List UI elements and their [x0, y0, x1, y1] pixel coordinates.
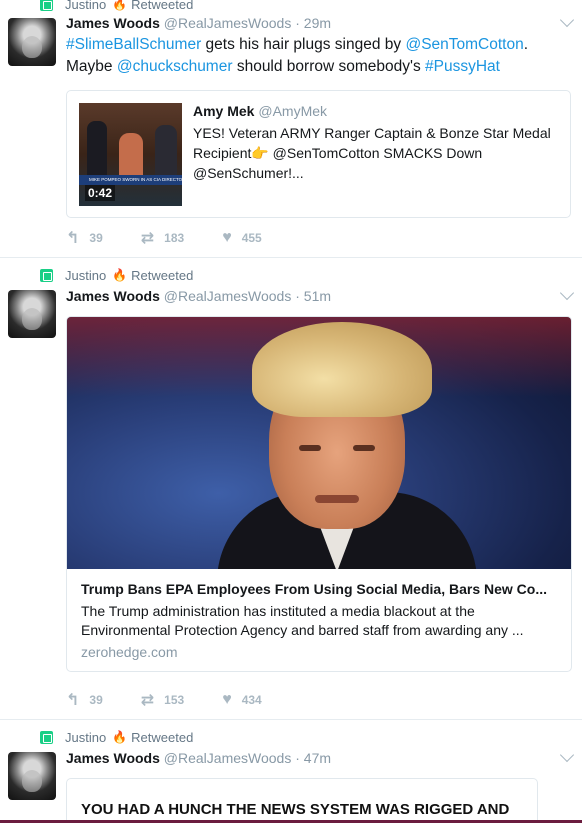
- retweet-context: Justino 🔥 Retweeted: [40, 729, 193, 745]
- author-handle[interactable]: @RealJamesWoods: [164, 15, 292, 31]
- heart-icon: ♥: [222, 229, 232, 246]
- retweeted-label: Retweeted: [131, 729, 194, 745]
- reply-button[interactable]: ↰ 39: [66, 228, 103, 248]
- video-duration: 0:42: [85, 185, 116, 201]
- tweet-text: #SlimeBallSchumer gets his hair plugs si…: [66, 36, 529, 75]
- avatar[interactable]: [8, 290, 56, 338]
- tweet[interactable]: Justino 🔥 Retweeted James Woods @RealJam…: [0, 0, 582, 258]
- chevron-down-icon[interactable]: [559, 285, 575, 301]
- tweet-header: James Woods @RealJamesWoods · 29m: [66, 15, 332, 31]
- retweet-button[interactable]: ⇄ 183: [141, 228, 184, 248]
- mention-link[interactable]: @SenTomCotton: [405, 36, 523, 53]
- tweet-image[interactable]: YOU HAD A HUNCH THE NEWS SYSTEM WAS RIGG…: [66, 778, 538, 823]
- reply-button[interactable]: ↰ 39: [66, 690, 103, 710]
- retweeter-name[interactable]: Justino: [65, 268, 106, 283]
- news-chyron: MIKE POMPEO SWORN IN AS CIA DIRECTOR: [79, 175, 182, 185]
- reply-icon: ↰: [66, 692, 80, 709]
- video-thumbnail[interactable]: MIKE POMPEO SWORN IN AS CIA DIRECTOR 0:4…: [79, 103, 182, 206]
- tweet-header: James Woods @RealJamesWoods · 47m: [66, 750, 332, 766]
- avatar[interactable]: [8, 752, 56, 800]
- hashtag-link[interactable]: #PussyHat: [425, 58, 500, 75]
- retweet-icon: [40, 0, 53, 11]
- author-name[interactable]: James Woods: [66, 750, 160, 766]
- chevron-down-icon[interactable]: [559, 747, 575, 763]
- author-handle[interactable]: @RealJamesWoods: [164, 750, 292, 766]
- tweet[interactable]: Justino 🔥 Retweeted James Woods @RealJam…: [0, 258, 582, 720]
- campfire-icon: 🔥: [112, 268, 128, 282]
- hashtag-link[interactable]: #SlimeBallSchumer: [66, 36, 201, 53]
- like-button[interactable]: ♥ 455: [222, 229, 262, 247]
- retweet-button[interactable]: ⇄ 153: [141, 690, 184, 710]
- retweeter-name[interactable]: Justino: [65, 0, 106, 12]
- timestamp[interactable]: 29m: [304, 15, 331, 31]
- retweet-icon: [40, 730, 53, 744]
- like-button[interactable]: ♥ 434: [222, 691, 262, 709]
- retweet-icon: ⇄: [140, 230, 155, 247]
- reply-icon: ↰: [66, 230, 80, 247]
- retweeted-label: Retweeted: [131, 267, 194, 283]
- mention-link[interactable]: @chuckschumer: [117, 58, 233, 75]
- image-caption-text: YOU HAD A HUNCH THE NEWS SYSTEM WAS RIGG…: [81, 801, 510, 818]
- tweet[interactable]: Justino 🔥 Retweeted James Woods @RealJam…: [0, 720, 582, 823]
- tweet-actions: ↰ 39 ⇄ 153 ♥ 434: [66, 691, 300, 709]
- author-name[interactable]: James Woods: [66, 15, 160, 31]
- chevron-down-icon[interactable]: [559, 12, 575, 28]
- article-image[interactable]: [67, 317, 571, 569]
- quoted-author-handle[interactable]: @AmyMek: [258, 103, 327, 119]
- retweet-icon: ⇄: [140, 692, 155, 709]
- retweet-context: Justino 🔥 Retweeted: [40, 0, 193, 12]
- quoted-author-name[interactable]: Amy Mek: [193, 103, 254, 119]
- card-description: The Trump administration has instituted …: [81, 603, 524, 638]
- campfire-icon: 🔥: [112, 0, 128, 11]
- timestamp[interactable]: 51m: [304, 288, 331, 304]
- author-name[interactable]: James Woods: [66, 288, 160, 304]
- tweet-header: James Woods @RealJamesWoods · 51m: [66, 288, 332, 304]
- link-card[interactable]: Trump Bans EPA Employees From Using Soci…: [66, 316, 572, 672]
- author-handle[interactable]: @RealJamesWoods: [164, 288, 292, 304]
- card-title[interactable]: Trump Bans EPA Employees From Using Soci…: [81, 581, 561, 597]
- quoted-tweet-text: YES! Veteran ARMY Ranger Captain & Bonze…: [193, 125, 551, 181]
- card-domain[interactable]: zerohedge.com: [81, 644, 178, 660]
- avatar[interactable]: [8, 18, 56, 66]
- retweeted-label: Retweeted: [131, 0, 194, 12]
- quoted-tweet[interactable]: MIKE POMPEO SWORN IN AS CIA DIRECTOR 0:4…: [66, 90, 571, 218]
- retweet-context: Justino 🔥 Retweeted: [40, 267, 193, 283]
- tweet-actions: ↰ 39 ⇄ 183 ♥ 455: [66, 229, 300, 247]
- retweet-icon: [40, 268, 53, 282]
- retweeter-name[interactable]: Justino: [65, 730, 106, 745]
- heart-icon: ♥: [222, 691, 232, 708]
- timestamp[interactable]: 47m: [304, 750, 331, 766]
- campfire-icon: 🔥: [112, 730, 128, 744]
